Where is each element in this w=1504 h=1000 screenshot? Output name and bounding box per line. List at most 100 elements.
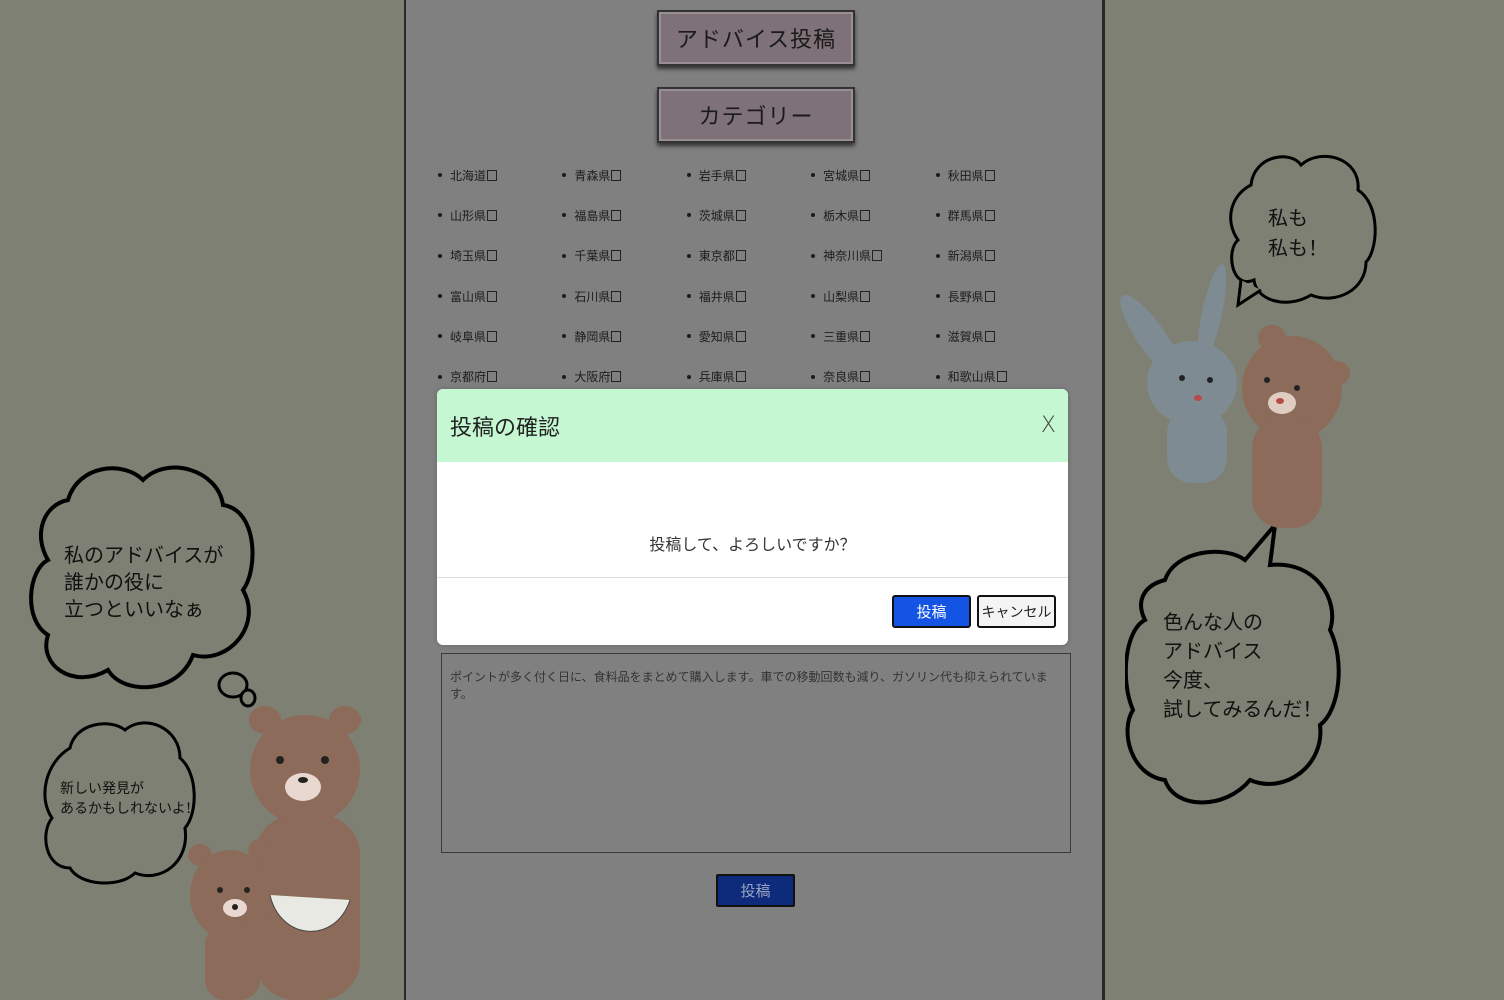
list-bullet <box>811 294 816 299</box>
prefecture-item[interactable]: 茨城県 <box>685 195 809 235</box>
list-bullet <box>686 334 691 339</box>
list-bullet <box>686 294 691 299</box>
prefecture-checkbox[interactable] <box>487 250 498 262</box>
prefecture-checkbox[interactable] <box>735 209 746 221</box>
prefecture-label: 群馬県 <box>947 208 984 223</box>
prefecture-checkbox[interactable] <box>735 330 746 342</box>
prefecture-label: 愛知県 <box>698 329 735 344</box>
prefecture-checkbox[interactable] <box>735 290 746 302</box>
prefecture-item[interactable]: 青森県 <box>560 155 684 195</box>
prefecture-checkbox[interactable] <box>611 169 622 181</box>
prefecture-checkbox[interactable] <box>984 330 995 342</box>
prefecture-item[interactable]: 愛知県 <box>685 316 809 356</box>
prefecture-label: 岐阜県 <box>450 329 487 344</box>
prefecture-item[interactable]: 埼玉県 <box>436 236 560 276</box>
confirm-modal: 投稿の確認 X 投稿して、よろしいですか？ 投稿 キャンセル <box>437 389 1068 645</box>
prefecture-checkbox[interactable] <box>611 209 622 221</box>
prefecture-item[interactable]: 岩手県 <box>685 155 809 195</box>
bubble-line: 誰かの役に <box>64 570 164 594</box>
bubble-line: 立つといいなぁ <box>64 597 204 621</box>
bubble-text-right-bottom: 色んな人の アドバイス 今度、 試してみるんだ！ <box>1163 608 1322 724</box>
prefecture-checkbox[interactable] <box>611 290 622 302</box>
prefecture-label: 秋田県 <box>947 168 984 183</box>
prefecture-label: 北海道 <box>450 168 487 183</box>
list-bullet <box>562 374 567 379</box>
modal-footer: 投稿 キャンセル <box>437 578 1068 645</box>
advice-post-title-button[interactable]: アドバイス投稿 <box>657 10 855 66</box>
prefecture-checkbox[interactable] <box>872 250 883 262</box>
prefecture-item[interactable]: 山形県 <box>436 195 560 235</box>
prefecture-item[interactable]: 千葉県 <box>560 236 684 276</box>
prefecture-item[interactable]: 宮城県 <box>809 155 933 195</box>
prefecture-checkbox[interactable] <box>487 209 498 221</box>
prefecture-checkbox[interactable] <box>860 169 871 181</box>
list-bullet <box>686 173 691 178</box>
prefecture-item[interactable]: 新潟県 <box>934 236 1058 276</box>
prefecture-checkbox[interactable] <box>984 209 995 221</box>
prefecture-item[interactable]: 東京都 <box>685 236 809 276</box>
prefecture-item[interactable]: 北海道 <box>436 155 560 195</box>
prefecture-checkbox[interactable] <box>860 371 871 383</box>
prefecture-item[interactable]: 山梨県 <box>809 276 933 316</box>
prefecture-checkbox[interactable] <box>860 330 871 342</box>
prefecture-item[interactable]: 岐阜県 <box>436 316 560 356</box>
bear-pair-illustration <box>188 706 361 1000</box>
prefecture-item[interactable]: 滋賀県 <box>934 316 1058 356</box>
list-bullet <box>935 374 940 379</box>
prefecture-checkbox[interactable] <box>860 209 871 221</box>
list-bullet <box>686 374 691 379</box>
bubble-text-right-top: 私も 私も！ <box>1268 203 1328 263</box>
category-title-button[interactable]: カテゴリー <box>657 87 855 143</box>
close-icon[interactable]: X <box>1041 413 1056 438</box>
prefecture-checkbox[interactable] <box>984 169 995 181</box>
prefecture-label: 富山県 <box>450 289 487 304</box>
prefecture-item[interactable]: 三重県 <box>809 316 933 356</box>
prefecture-item[interactable]: 富山県 <box>436 276 560 316</box>
list-bullet <box>438 253 442 258</box>
prefecture-item[interactable]: 秋田県 <box>934 155 1058 195</box>
prefecture-item[interactable]: 群馬県 <box>934 195 1058 235</box>
prefecture-list: 北海道 青森県 岩手県 宮城県 秋田県山形県 福島県 茨城県 栃木県 群馬県埼玉県 千葉県 東京都 神… <box>436 155 1076 397</box>
list-bullet <box>935 334 940 339</box>
prefecture-checkbox[interactable] <box>996 371 1007 383</box>
prefecture-checkbox[interactable] <box>735 169 746 181</box>
prefecture-checkbox[interactable] <box>611 250 622 262</box>
list-bullet <box>438 334 442 339</box>
prefecture-item[interactable]: 栃木県 <box>809 195 933 235</box>
prefecture-item[interactable]: 福島県 <box>560 195 684 235</box>
prefecture-item[interactable]: 静岡県 <box>560 316 684 356</box>
list-bullet <box>438 374 442 379</box>
prefecture-label: 福井県 <box>698 289 735 304</box>
prefecture-item[interactable]: 長野県 <box>934 276 1058 316</box>
prefecture-checkbox[interactable] <box>611 330 622 342</box>
prefecture-checkbox[interactable] <box>487 169 498 181</box>
prefecture-checkbox[interactable] <box>611 371 622 383</box>
prefecture-label: 三重県 <box>823 329 860 344</box>
prefecture-label: 埼玉県 <box>450 249 487 264</box>
list-bullet <box>811 213 816 218</box>
confirm-post-button[interactable]: 投稿 <box>892 595 971 628</box>
list-bullet <box>686 213 691 218</box>
prefecture-checkbox[interactable] <box>487 290 498 302</box>
prefecture-checkbox[interactable] <box>735 250 746 262</box>
bubble-line: あるかもしれないよ! <box>60 800 192 817</box>
prefecture-label: 山梨県 <box>823 289 860 304</box>
prefecture-checkbox[interactable] <box>984 290 995 302</box>
prefecture-checkbox[interactable] <box>487 371 498 383</box>
prefecture-label: 滋賀県 <box>947 329 984 344</box>
submit-button[interactable]: 投稿 <box>716 874 795 907</box>
prefecture-checkbox[interactable] <box>487 330 498 342</box>
prefecture-checkbox[interactable] <box>860 290 871 302</box>
cancel-button[interactable]: キャンセル <box>977 595 1056 628</box>
prefecture-label: 新潟県 <box>947 249 984 264</box>
prefecture-label: 石川県 <box>574 289 611 304</box>
prefecture-checkbox[interactable] <box>984 250 995 262</box>
prefecture-label: 和歌山県 <box>947 370 996 385</box>
prefecture-checkbox[interactable] <box>735 371 746 383</box>
bubble-line: アドバイス <box>1163 639 1263 663</box>
prefecture-item[interactable]: 神奈川県 <box>809 236 933 276</box>
advice-textarea[interactable]: ポイントが多く付く日に、食料品をまとめて購入します。車での移動回数も減り、ガソリ… <box>441 653 1071 853</box>
prefecture-item[interactable]: 福井県 <box>685 276 809 316</box>
prefecture-label: 長野県 <box>947 289 984 304</box>
prefecture-item[interactable]: 石川県 <box>560 276 684 316</box>
